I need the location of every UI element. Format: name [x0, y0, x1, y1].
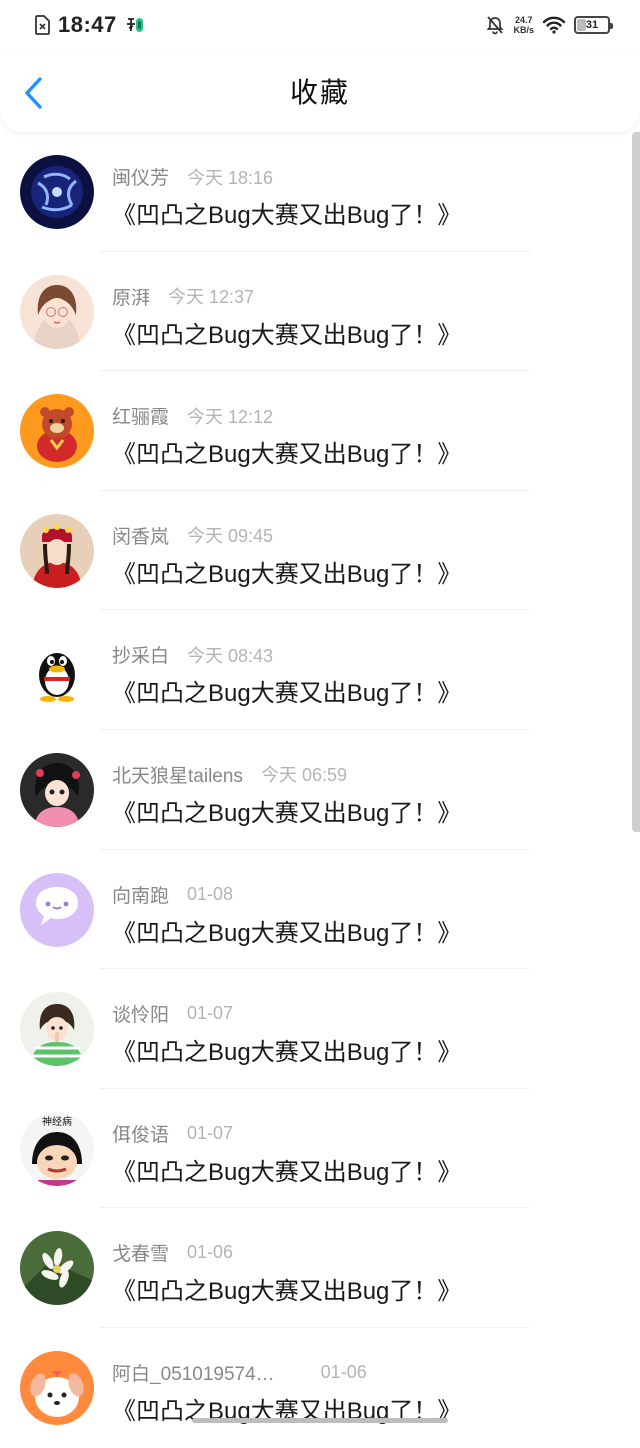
home-indicator[interactable]	[192, 1418, 448, 1423]
author-name: 佴俊语	[112, 1124, 170, 1146]
cartoon-girl-avatar[interactable]	[20, 752, 94, 827]
network-speed: 24.7 KB/s	[513, 15, 534, 35]
item-meta: 闽仪芳 今天 18:16	[112, 163, 273, 190]
favorite-item[interactable]: 北天狼星tailens 今天 06:59 《凹凸之Bug大赛又出Bug了！》	[0, 730, 640, 850]
item-title: 《凹凸之Bug大赛又出Bug了！》	[112, 560, 462, 588]
opera-girl-avatar[interactable]	[20, 513, 94, 588]
item-meta: 戈春雪 01-06	[112, 1239, 233, 1266]
item-time: 今天 09:45	[187, 526, 274, 547]
item-meta: 原湃 今天 12:37	[112, 283, 254, 310]
header-bar: 收藏	[0, 50, 640, 132]
cartoon-bear-avatar[interactable]	[20, 394, 94, 469]
author-name: 戈春雪	[112, 1244, 170, 1266]
page-title: 收藏	[289, 77, 350, 108]
item-title: 《凹凸之Bug大赛又出Bug了！》	[112, 1158, 462, 1186]
network-speed-unit: KB/s	[513, 25, 534, 35]
item-title: 《凹凸之Bug大赛又出Bug了！》	[112, 1039, 462, 1067]
favorite-item[interactable]: 红骊霞 今天 12:12 《凹凸之Bug大赛又出Bug了！》	[0, 371, 640, 491]
author-name: 阿白_051019574…	[112, 1363, 275, 1385]
item-meta: 红骊霞 今天 12:12	[112, 402, 273, 429]
author-name: 红骊霞	[112, 407, 170, 429]
item-title: 《凹凸之Bug大赛又出Bug了！》	[112, 1278, 462, 1306]
item-time: 今天 12:12	[187, 406, 274, 427]
favorites-list: 闽仪芳 今天 18:16 《凹凸之Bug大赛又出Bug了！》 原湃 今天 12:…	[0, 132, 640, 1448]
item-meta: 北天狼星tailens 今天 06:59	[112, 761, 347, 788]
girl-glasses-avatar[interactable]	[20, 274, 94, 349]
favorite-item[interactable]: 谈怜阳 01-07 《凹凸之Bug大赛又出Bug了！》	[0, 969, 640, 1089]
scrollbar[interactable]	[632, 132, 640, 832]
battery-fill	[577, 19, 586, 31]
status-time: 18:47	[58, 12, 117, 37]
favorite-item[interactable]: 向南跑 01-08 《凹凸之Bug大赛又出Bug了！》	[0, 850, 640, 970]
author-name: 向南跑	[112, 885, 170, 907]
green-shirt-girl-avatar[interactable]	[20, 992, 94, 1067]
item-title: 《凹凸之Bug大赛又出Bug了！》	[112, 919, 462, 947]
item-title: 《凹凸之Bug大赛又出Bug了！》	[112, 321, 462, 349]
author-name: 原湃	[112, 287, 151, 309]
item-title: 《凹凸之Bug大赛又出Bug了！》	[112, 441, 462, 469]
item-time: 今天 06:59	[260, 765, 347, 786]
favorite-item[interactable]: 抄采白 今天 08:43 《凹凸之Bug大赛又出Bug了！》	[0, 610, 640, 730]
item-time: 01-08	[187, 883, 234, 904]
item-title: 《凹凸之Bug大赛又出Bug了！》	[112, 799, 462, 827]
favorite-item[interactable]: 神经病 佴俊语 01-07 《凹凸之Bug大赛又出Bug了！》	[0, 1089, 640, 1209]
battery-icon: 31	[574, 16, 613, 34]
item-time: 01-06	[187, 1242, 234, 1263]
item-time: 今天 08:43	[187, 645, 274, 666]
item-meta: 谈怜阳 01-07	[112, 1000, 233, 1027]
white-flowers-avatar[interactable]	[20, 1231, 94, 1306]
app-notification-icon	[126, 18, 143, 32]
favorite-item[interactable]: 闵香岚 今天 09:45 《凹凸之Bug大赛又出Bug了！》	[0, 491, 640, 611]
item-meta: 佴俊语 01-07	[112, 1120, 233, 1147]
battery-level: 31	[585, 19, 599, 31]
network-speed-value: 24.7	[514, 15, 533, 25]
chevron-left-icon[interactable]	[20, 76, 50, 110]
favorite-item[interactable]: 闽仪芳 今天 18:16 《凹凸之Bug大赛又出Bug了！》	[0, 132, 640, 252]
purple-chat-avatar[interactable]	[20, 872, 94, 947]
item-title: 《凹凸之Bug大赛又出Bug了！》	[112, 680, 462, 708]
item-meta: 闵香岚 今天 09:45	[112, 522, 273, 549]
item-time: 01-07	[187, 1122, 234, 1143]
status-right: 24.7 KB/s 31	[485, 15, 613, 35]
meme-avatar-caption: 神经病	[42, 1115, 72, 1128]
mute-bell-icon	[487, 16, 504, 35]
author-name: 抄采白	[112, 646, 170, 668]
item-time: 今天 18:16	[187, 167, 274, 188]
wifi-icon	[542, 16, 566, 34]
item-meta: 阿白_051019574… 01-06	[112, 1359, 367, 1386]
author-name: 谈怜阳	[112, 1005, 170, 1027]
blue-abstract-avatar[interactable]	[20, 155, 94, 229]
penguin-avatar[interactable]	[20, 633, 94, 708]
author-name: 北天狼星tailens	[112, 765, 243, 787]
status-bar: 18:47 24.7 KB/s 31	[0, 0, 640, 50]
meme-face-avatar[interactable]: 神经病	[20, 1111, 94, 1186]
author-name: 闽仪芳	[112, 168, 170, 189]
favorite-item[interactable]: 原湃 今天 12:37 《凹凸之Bug大赛又出Bug了！》	[0, 252, 640, 372]
status-left: 18:47	[34, 12, 145, 38]
item-time: 01-06	[320, 1361, 367, 1382]
item-time: 今天 12:37	[168, 287, 255, 308]
item-title: 《凹凸之Bug大赛又出Bug了！》	[112, 202, 462, 229]
item-meta: 向南跑 01-08	[112, 881, 233, 908]
sim-icon	[35, 15, 50, 35]
favorite-item[interactable]: 戈春雪 01-06 《凹凸之Bug大赛又出Bug了！》	[0, 1208, 640, 1328]
cartoon-dog-avatar[interactable]	[20, 1350, 94, 1425]
favorite-item[interactable]: 阿白_051019574… 01-06 《凹凸之Bug大赛又出Bug了！》	[0, 1328, 640, 1448]
item-time: 01-07	[187, 1003, 234, 1024]
item-meta: 抄采白 今天 08:43	[112, 641, 273, 668]
author-name: 闵香岚	[112, 526, 170, 548]
